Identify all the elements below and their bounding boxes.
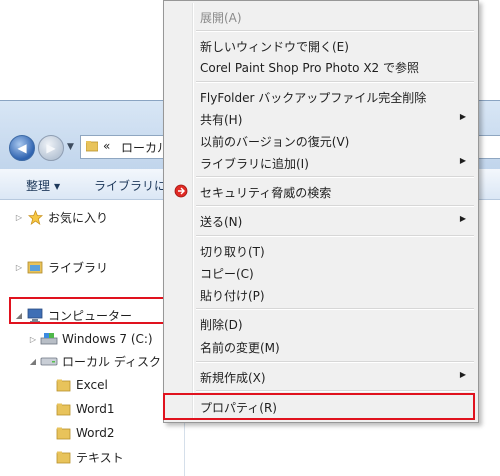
system-drive-icon: [40, 331, 58, 347]
submenu-arrow-icon: ▶: [459, 112, 466, 121]
menu-item-share[interactable]: 共有(H) ▶: [166, 107, 476, 129]
menu-item-corel-browse[interactable]: Corel Paint Shop Pro Photo X2 で参照: [166, 55, 476, 77]
include-in-library-button[interactable]: ライブラリに: [94, 177, 166, 194]
context-menu: 展開(A) 新しいウィンドウで開く(E) Corel Paint Shop Pr…: [163, 0, 479, 423]
star-icon: [26, 209, 44, 225]
tree-item-label: ライブラリ: [48, 260, 109, 275]
tree-item-label: Windows 7 (C:): [62, 332, 153, 346]
menu-separator: [196, 235, 474, 237]
menu-item-delete[interactable]: 削除(D): [166, 312, 476, 334]
folder-icon: [54, 425, 72, 441]
tree-item-folder-word1[interactable]: Word1: [42, 398, 114, 420]
tree-item-local-disk[interactable]: ◢ ローカル ディスク: [28, 350, 161, 372]
expand-arrow-icon[interactable]: ▷: [14, 263, 24, 272]
menu-separator: [196, 176, 474, 178]
folder-icon: [54, 449, 72, 465]
back-arrow-icon: ◀: [17, 141, 27, 155]
tree-item-label: ローカル ディスク: [62, 354, 161, 369]
menu-item-copy[interactable]: コピー(C): [166, 261, 476, 283]
menu-item-paste[interactable]: 貼り付け(P): [166, 283, 476, 305]
menu-item-new[interactable]: 新規作成(X) ▶: [166, 365, 476, 387]
menu-separator: [196, 81, 474, 83]
menu-separator: [196, 205, 474, 207]
tree-item-label: Word2: [76, 426, 115, 440]
properties-highlight-annotation: [163, 393, 475, 420]
tree-item-label: Word1: [76, 402, 115, 416]
menu-item-add-to-library[interactable]: ライブラリに追加(I) ▶: [166, 151, 476, 173]
folder-icon: [54, 401, 72, 417]
menu-separator: [196, 30, 474, 32]
back-button[interactable]: ◀: [9, 135, 35, 161]
tree-item-libraries[interactable]: ▷ ライブラリ: [14, 256, 108, 278]
menu-item-rename[interactable]: 名前の変更(M): [166, 335, 476, 357]
expand-arrow-icon[interactable]: ▷: [14, 213, 24, 222]
dropdown-arrow-icon: ▼: [54, 182, 61, 191]
breadcrumb-overflow-icon[interactable]: «: [103, 139, 110, 153]
expand-arrow-icon[interactable]: ▷: [28, 335, 38, 344]
forward-button[interactable]: ▶: [38, 135, 64, 161]
tree-item-folder-word2[interactable]: Word2: [42, 422, 114, 444]
menu-item-security-scan[interactable]: セキュリティ脅威の検索: [166, 180, 476, 202]
tree-item-folder-excel[interactable]: Excel: [42, 374, 108, 396]
menu-item-restore-previous-versions[interactable]: 以前のバージョンの復元(V): [166, 129, 476, 151]
forward-arrow-icon: ▶: [46, 141, 56, 155]
submenu-arrow-icon: ▶: [459, 214, 466, 223]
menu-separator: [196, 361, 474, 363]
tree-item-label: Excel: [76, 378, 108, 392]
submenu-arrow-icon: ▶: [459, 370, 466, 379]
menu-separator: [196, 390, 474, 392]
word1-highlight-annotation: [9, 297, 166, 324]
security-scan-icon: [174, 184, 188, 198]
library-icon: [26, 259, 44, 275]
organize-button[interactable]: 整理 ▼: [26, 177, 60, 194]
tree-item-windows-drive[interactable]: ▷ Windows 7 (C:): [28, 328, 153, 350]
folder-icon: [54, 377, 72, 393]
folder-icon: [86, 141, 98, 152]
submenu-arrow-icon: ▶: [459, 156, 466, 165]
tree-item-favorites[interactable]: ▷ お気に入り: [14, 206, 108, 228]
menu-separator: [196, 308, 474, 310]
menu-item-open-new-window[interactable]: 新しいウィンドウで開く(E): [166, 34, 476, 56]
menu-item-cut[interactable]: 切り取り(T): [166, 239, 476, 261]
collapse-arrow-icon[interactable]: ◢: [28, 357, 38, 366]
breadcrumb-current[interactable]: ローカル: [121, 139, 169, 156]
recent-pages-dropdown-icon[interactable]: ▼: [67, 142, 74, 152]
menu-item-flyfolder-delete[interactable]: FlyFolder バックアップファイル完全削除: [166, 85, 476, 107]
tree-item-label: テキスト: [76, 450, 124, 465]
menu-item-expand: 展開(A): [200, 11, 242, 25]
navigation-pane: ▷ お気に入り ▷ ライブラリ ◢ コンピューター ▷ Windows 7 (C…: [0, 200, 185, 476]
tree-item-label: お気に入り: [48, 210, 109, 225]
hard-drive-icon: [40, 353, 58, 369]
menu-item-send-to[interactable]: 送る(N) ▶: [166, 209, 476, 231]
tree-item-folder-text[interactable]: テキスト: [42, 446, 124, 468]
